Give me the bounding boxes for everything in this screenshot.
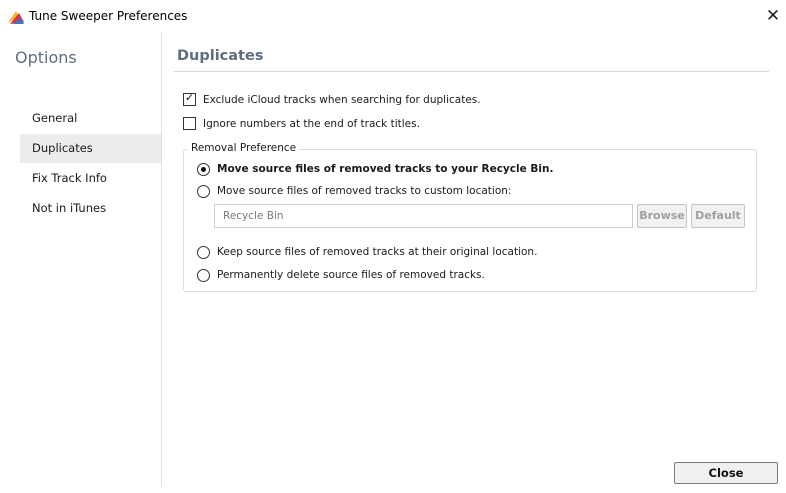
radio-keep-original-row[interactable]: Keep source files of removed tracks at t… (197, 245, 537, 259)
sidebar-divider (161, 32, 162, 487)
tune-sweeper-logo-icon (7, 9, 25, 25)
page-title: Duplicates (177, 48, 264, 64)
sidebar-heading: Options (15, 48, 77, 67)
sidebar-item-fix-track-info[interactable]: Fix Track Info (20, 164, 161, 193)
radio-permanently-delete[interactable] (197, 268, 210, 282)
exclude-icloud-row[interactable]: ✓ Exclude iCloud tracks when searching f… (183, 91, 481, 107)
sidebar-item-general[interactable]: General (20, 104, 161, 133)
close-button[interactable]: Close (674, 462, 778, 484)
exclude-icloud-label[interactable]: Exclude iCloud tracks when searching for… (203, 94, 481, 106)
radio-custom-location-label[interactable]: Move source files of removed tracks to c… (217, 185, 511, 197)
ignore-numbers-label[interactable]: Ignore numbers at the end of track title… (203, 118, 420, 130)
radio-permanently-delete-label[interactable]: Permanently delete source files of remov… (217, 269, 485, 281)
radio-custom-location[interactable] (197, 184, 210, 198)
default-button[interactable]: Default (691, 204, 745, 228)
ignore-numbers-row[interactable]: Ignore numbers at the end of track title… (183, 116, 420, 131)
sidebar-item-duplicates[interactable]: Duplicates (20, 134, 161, 163)
custom-location-input: Recycle Bin (214, 204, 633, 228)
radio-recycle-bin-row[interactable]: Move source files of removed tracks to y… (197, 162, 553, 176)
title-bar: Tune Sweeper Preferences ✕ (0, 0, 786, 32)
title-divider (174, 71, 769, 72)
checkmark-icon: ✓ (184, 91, 195, 104)
removal-preference-legend: Removal Preference (188, 142, 300, 154)
sidebar (0, 32, 161, 493)
radio-keep-original[interactable] (197, 245, 210, 259)
radio-selected-dot (201, 166, 206, 172)
exclude-icloud-checkbox[interactable]: ✓ (183, 91, 196, 106)
sidebar-item-not-in-itunes[interactable]: Not in iTunes (20, 194, 161, 223)
radio-custom-location-row[interactable]: Move source files of removed tracks to c… (197, 184, 511, 198)
window-close-icon[interactable]: ✕ (761, 4, 785, 28)
browse-button[interactable]: Browse (637, 204, 687, 228)
radio-recycle-bin[interactable] (197, 162, 210, 176)
ignore-numbers-checkbox[interactable] (183, 117, 196, 130)
radio-permanently-delete-row[interactable]: Permanently delete source files of remov… (197, 268, 485, 282)
window-title: Tune Sweeper Preferences (29, 9, 188, 23)
radio-recycle-bin-label[interactable]: Move source files of removed tracks to y… (217, 163, 553, 175)
radio-keep-original-label[interactable]: Keep source files of removed tracks at t… (217, 246, 537, 258)
